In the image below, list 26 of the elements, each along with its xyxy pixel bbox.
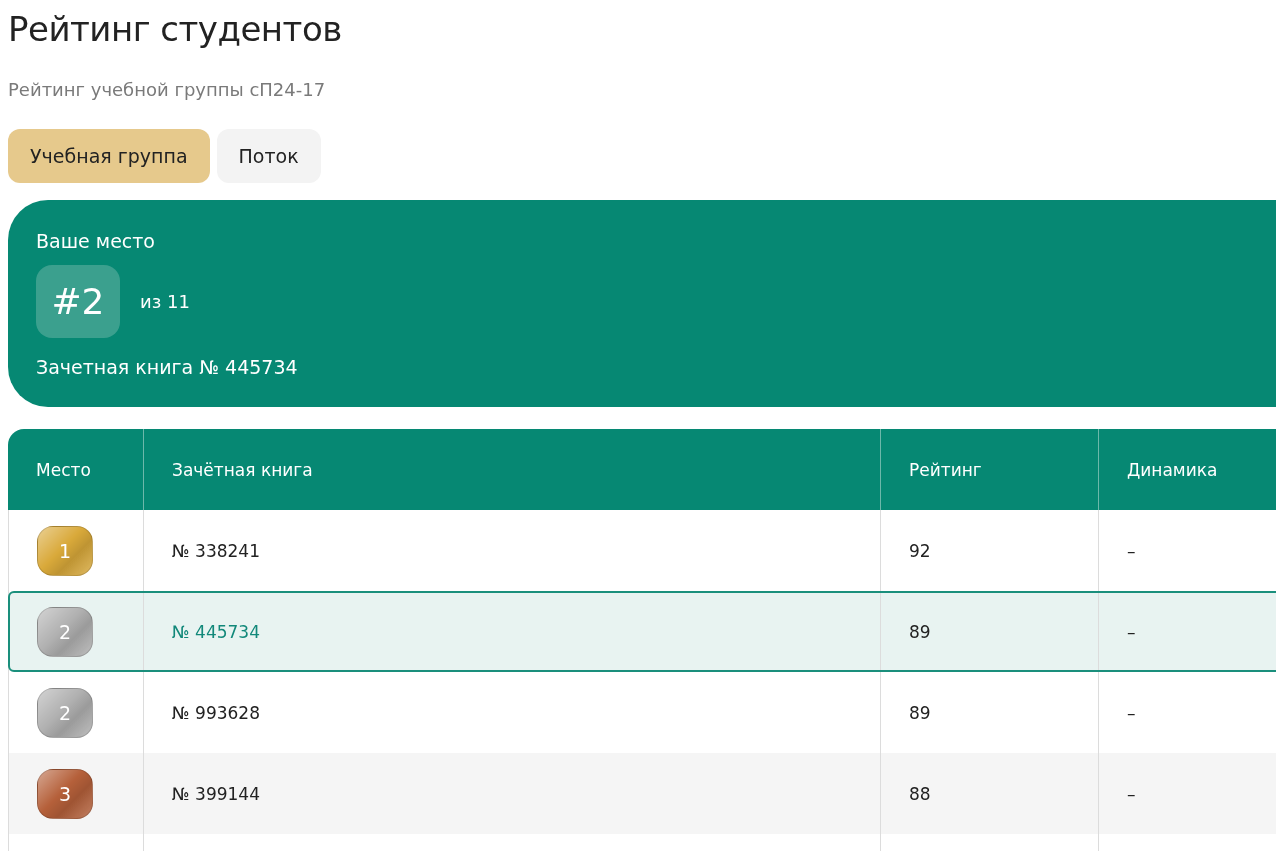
table-cell: № 993628: [172, 702, 260, 723]
place-total: из 11: [140, 291, 190, 312]
table-cell: 92: [909, 540, 931, 561]
tab[interactable]: Учебная группа: [8, 129, 210, 183]
table-cell: 88: [909, 783, 931, 804]
place-medal: 3: [37, 768, 93, 819]
place-medal: 2: [37, 606, 93, 657]
table-cell: № 399144: [172, 783, 260, 804]
record-book-number: Зачетная книга № 445734: [36, 356, 299, 378]
table-cell: –: [1127, 621, 1136, 642]
table-cell: 89: [909, 621, 931, 642]
table-cell: № 338241: [172, 540, 260, 561]
place-medal: 2: [37, 687, 93, 738]
place-badge: #2: [36, 265, 120, 338]
page-subtitle: Рейтинг учебной группы сП24-17: [8, 78, 327, 102]
table-cell: –: [1127, 783, 1136, 804]
table-cell: –: [1127, 540, 1136, 561]
place-label: Ваше место: [36, 230, 156, 252]
table-cell: –: [1127, 702, 1136, 723]
tab[interactable]: Поток: [216, 129, 321, 183]
table-cell: № 445734: [172, 621, 260, 642]
page-title: Рейтинг студентов: [8, 8, 343, 50]
table-row[interactable]: 2 № 445734 89 –: [8, 591, 1276, 672]
place-medal: 1: [37, 525, 93, 576]
table-row[interactable]: 3 № 399144 88 –: [8, 753, 1276, 834]
table-cell: 89: [909, 702, 931, 723]
